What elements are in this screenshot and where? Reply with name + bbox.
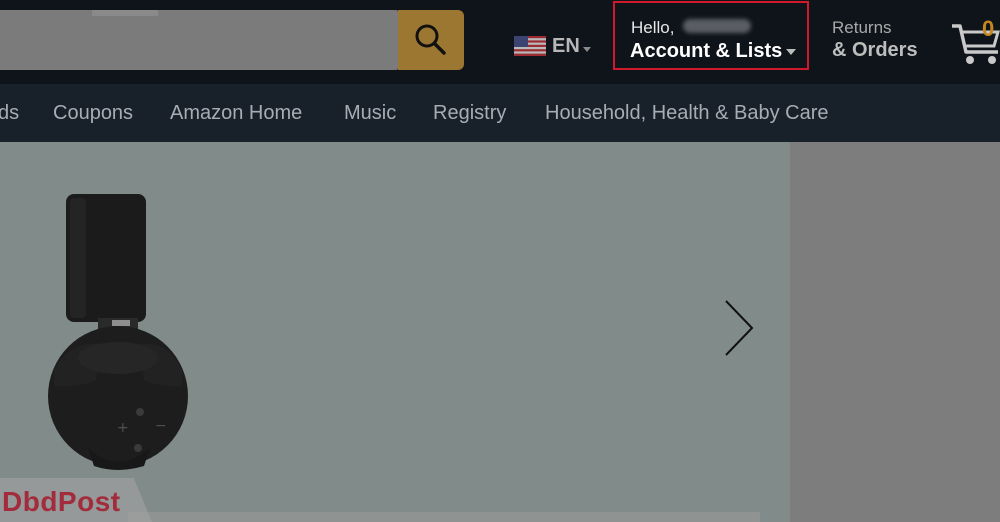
returns-label: Returns: [832, 18, 892, 37]
product-image-speaker-mount[interactable]: + −: [40, 190, 200, 475]
watermark-logo: DbdPost: [0, 478, 152, 522]
nav-item-partial[interactable]: ds: [0, 102, 19, 125]
blurred-username: [683, 19, 751, 33]
language-selector[interactable]: EN: [514, 34, 591, 58]
us-flag-icon: [514, 36, 546, 56]
carousel-bottom-strip: [128, 512, 760, 522]
nav-bar: ds Coupons Amazon Home Music Registry Ho…: [0, 84, 1000, 142]
search-icon: [415, 24, 446, 55]
nav-item-coupons[interactable]: Coupons: [53, 102, 133, 125]
chevron-down-icon: [582, 46, 591, 52]
nav-item-registry[interactable]: Registry: [433, 102, 506, 125]
returns-orders-link[interactable]: Returns & Orders: [832, 18, 918, 62]
chevron-right-icon[interactable]: [716, 298, 756, 363]
side-panel: [790, 142, 1000, 522]
account-lists-label: Account & Lists: [630, 40, 783, 62]
nav-item-amazon-home[interactable]: Amazon Home: [170, 102, 302, 125]
search-input[interactable]: [0, 10, 398, 70]
account-greeting: Hello,: [631, 18, 675, 37]
cart-button[interactable]: 0: [950, 12, 1000, 72]
svg-text:−: −: [155, 418, 167, 434]
language-code: EN: [552, 34, 580, 57]
cart-count: 0: [982, 16, 995, 41]
nav-item-music[interactable]: Music: [344, 102, 396, 125]
svg-text:+: +: [117, 420, 129, 436]
watermark-text: DbdPost: [2, 486, 121, 517]
orders-label: & Orders: [832, 39, 918, 61]
search-input-shade: [92, 10, 158, 16]
nav-item-household[interactable]: Household, Health & Baby Care: [545, 102, 829, 125]
top-header: EN Hello, Account & Lists Returns & Orde…: [0, 0, 1000, 84]
chevron-down-icon: [786, 49, 796, 55]
search-button[interactable]: [398, 10, 464, 70]
account-lists-menu[interactable]: Hello, Account & Lists: [613, 1, 809, 70]
